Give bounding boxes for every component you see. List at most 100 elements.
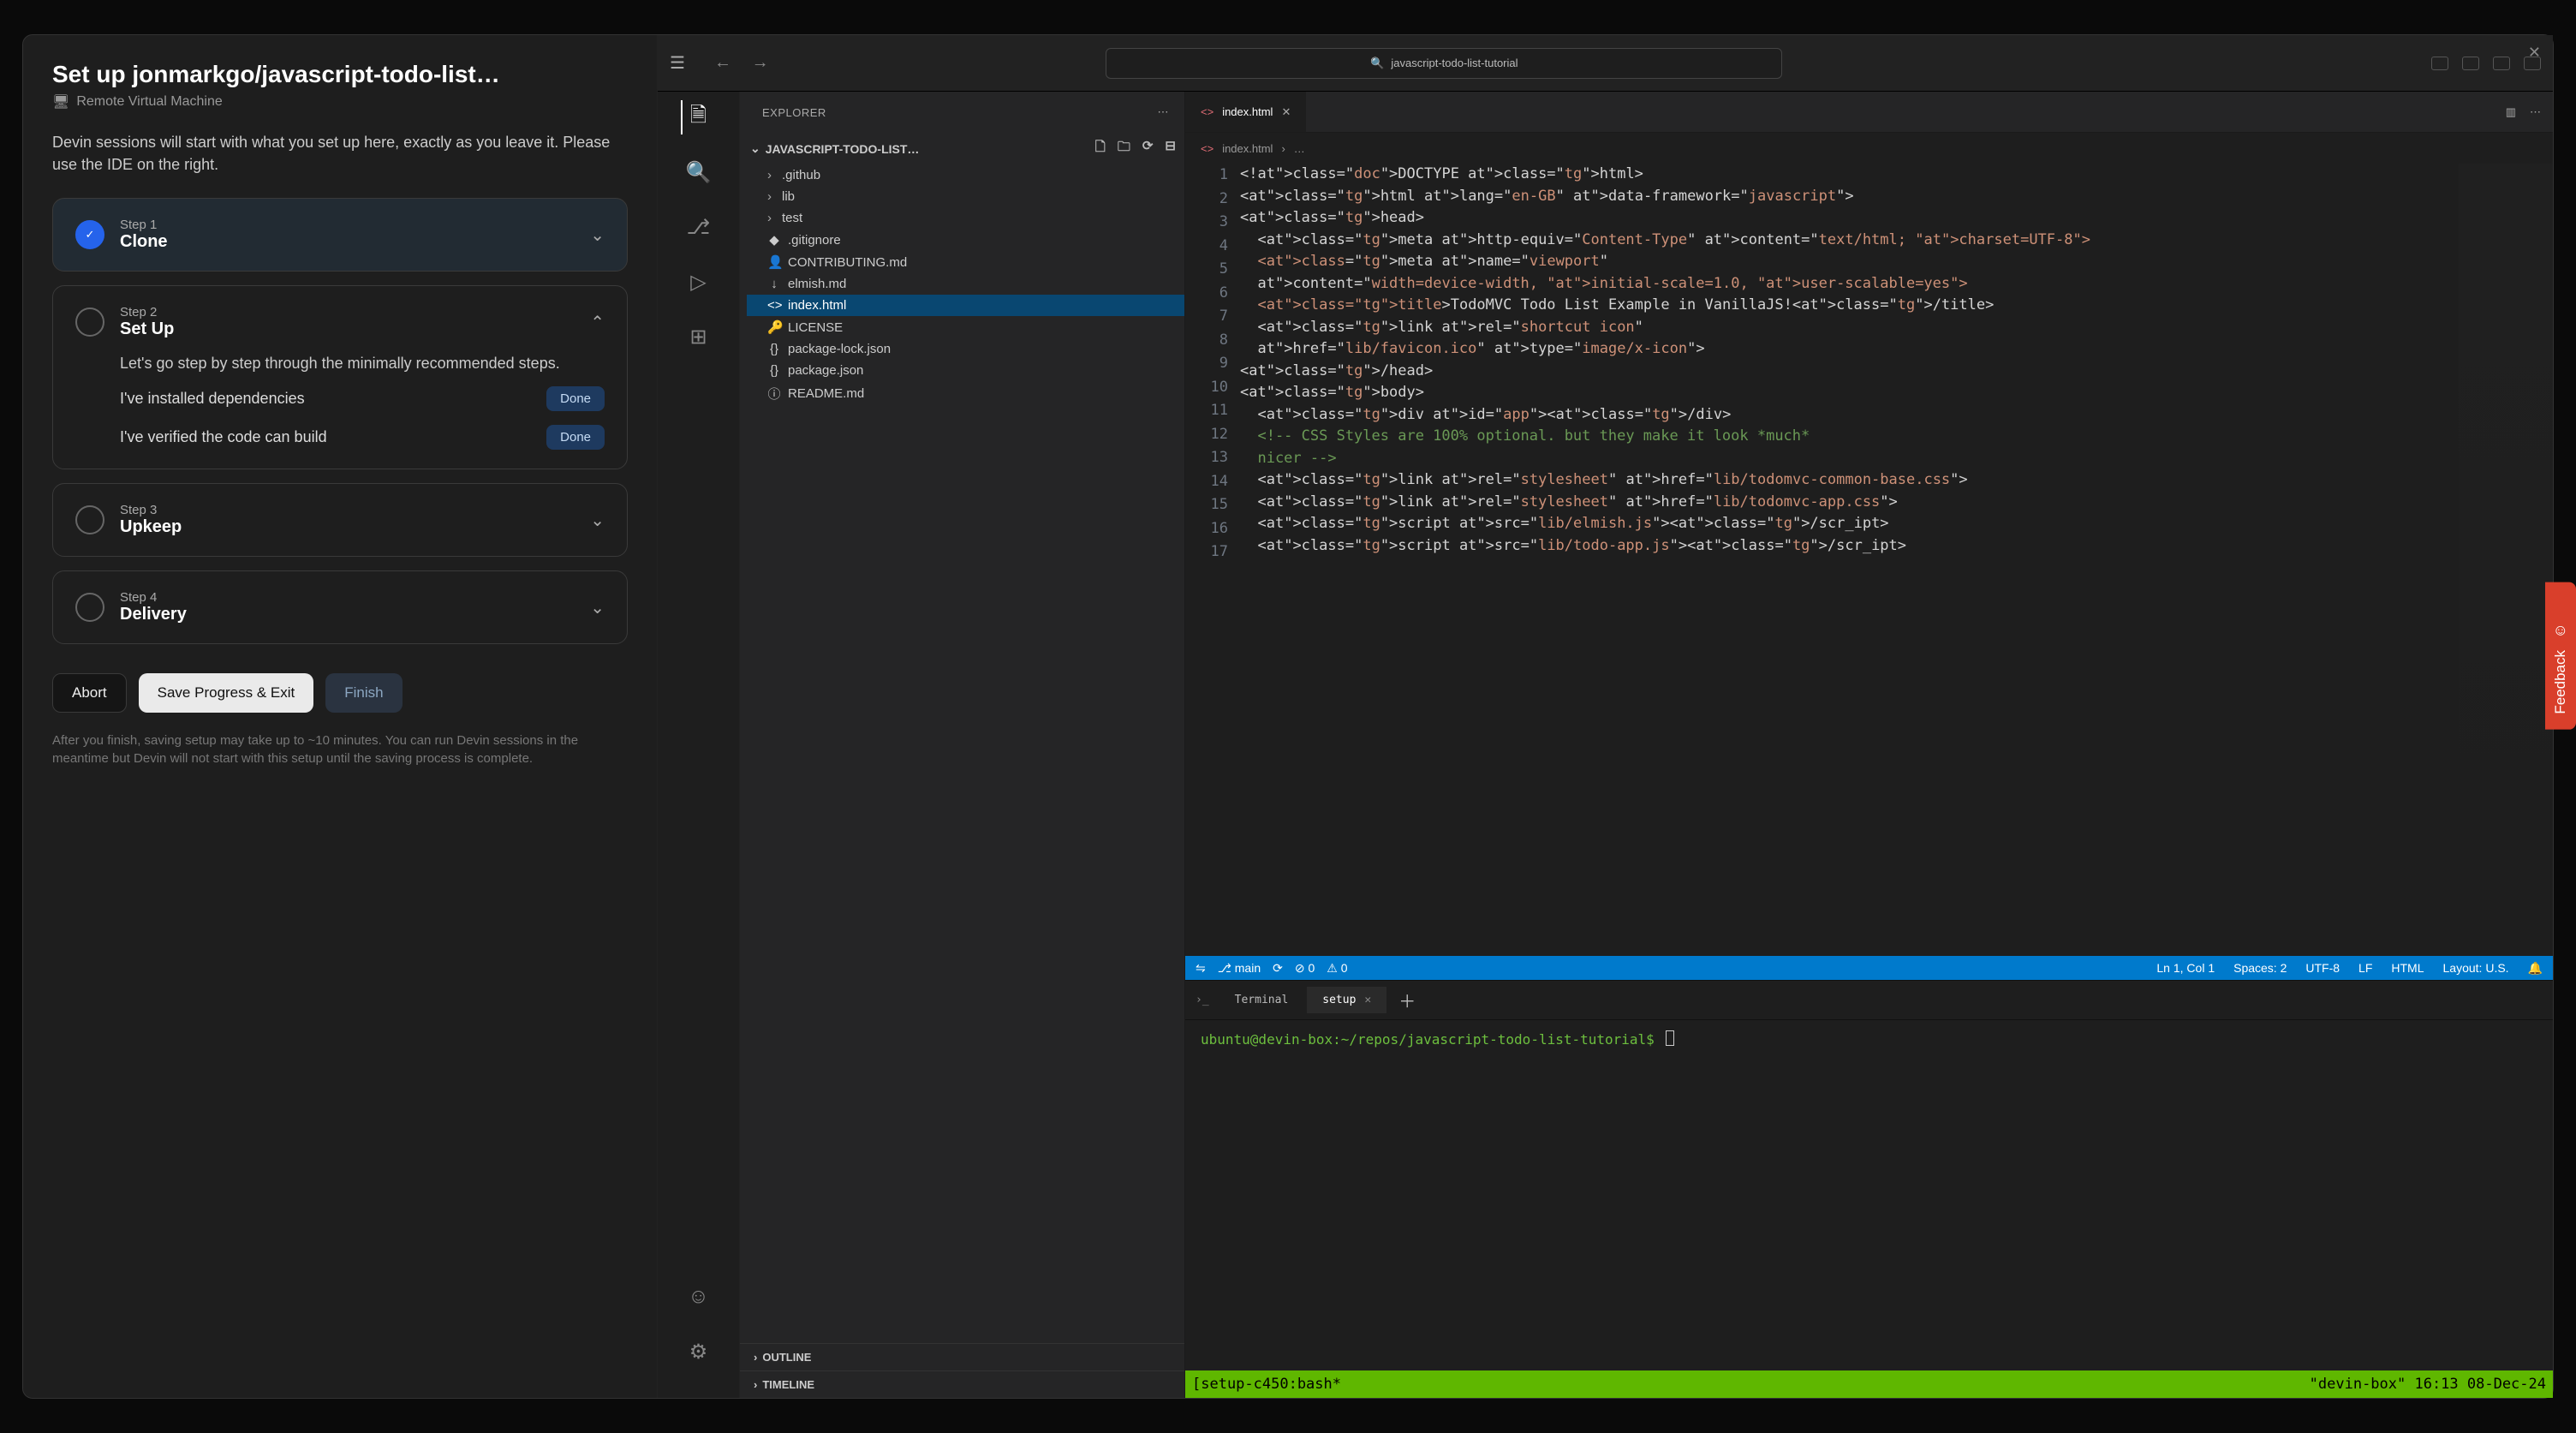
file-icon: ⓘ — [767, 385, 781, 403]
chevron-right-icon: › — [754, 1351, 757, 1364]
close-workspace[interactable]: ✕ — [2528, 44, 2541, 62]
bell-icon[interactable]: 🔔 — [2528, 961, 2543, 976]
line-number: 3 — [1185, 211, 1228, 235]
ide: ☰ ← → 🔍 javascript-todo-list-tutorial 🗎 … — [657, 35, 2553, 1398]
step-clone[interactable]: ✓ Step 1 Clone ⌄ — [52, 198, 628, 272]
more-icon[interactable]: ⋯ — [2530, 105, 2541, 119]
git-icon[interactable]: ⎇ — [682, 210, 716, 244]
description: Devin sessions will start with what you … — [52, 131, 628, 176]
file-test[interactable]: test — [747, 207, 1184, 229]
warnings-count[interactable]: ⚠ 0 — [1327, 961, 1347, 976]
new-file-icon[interactable]: 🗋 — [1095, 138, 1106, 159]
step-circle-empty — [75, 593, 104, 622]
step-setup: Step 2 Set Up ⌃ Let's go step by step th… — [52, 285, 628, 469]
step-circle-empty — [75, 307, 104, 337]
step-circle-empty — [75, 505, 104, 534]
step-delivery[interactable]: Step 4 Delivery ⌄ — [52, 570, 628, 644]
line-number: 4 — [1185, 235, 1228, 259]
terminal-panel: ›_ Terminal setup ✕ ＋ ubuntu@devin-box:~… — [1185, 980, 2553, 1398]
close-icon[interactable]: ✕ — [1364, 994, 1371, 1006]
layout-left-icon[interactable] — [2431, 57, 2448, 70]
menu-icon[interactable]: ☰ — [670, 52, 697, 74]
line-number: 17 — [1185, 540, 1228, 564]
file-icon: {} — [767, 342, 781, 356]
finish-button[interactable]: Finish — [325, 673, 402, 713]
chevron-up-icon[interactable]: ⌃ — [590, 312, 605, 333]
file-.github[interactable]: .github — [747, 164, 1184, 186]
cursor-position[interactable]: Ln 1, Col 1 — [2156, 961, 2215, 975]
line-number: 7 — [1185, 305, 1228, 329]
chevron-down-icon[interactable]: ⌄ — [590, 597, 605, 618]
file-package-lock.json[interactable]: {}package-lock.json — [747, 338, 1184, 360]
laptop-icon: 🖥 — [52, 93, 69, 110]
split-icon[interactable]: ▥ — [2506, 105, 2516, 119]
terminal-tab-terminal[interactable]: Terminal — [1219, 987, 1304, 1013]
errors-count[interactable]: ⊘ 0 — [1295, 961, 1315, 976]
more-icon[interactable]: ⋯ — [1158, 105, 1170, 119]
nav-forward-icon[interactable]: → — [743, 50, 778, 76]
file-icon: ◆ — [767, 232, 781, 248]
file-README.md[interactable]: ⓘREADME.md — [747, 381, 1184, 406]
page-title: Set up jonmarkgo/javascript-todo-list… — [52, 61, 628, 88]
terminal-tab-setup[interactable]: setup ✕ — [1307, 987, 1386, 1013]
step-upkeep[interactable]: Step 3 Upkeep ⌄ — [52, 483, 628, 557]
file-lib[interactable]: lib — [747, 186, 1184, 207]
nav-back-icon[interactable]: ← — [706, 50, 740, 76]
collapse-icon[interactable]: ⊟ — [1165, 138, 1176, 159]
layout-bottom-icon[interactable] — [2462, 57, 2479, 70]
refresh-icon[interactable]: ⟳ — [1142, 138, 1154, 159]
tmux-status: [setup-c450:bash* "devin-box" 16:13 08-D… — [1185, 1370, 2553, 1398]
account-icon[interactable]: ☺ — [682, 1280, 716, 1314]
minimap[interactable] — [2459, 164, 2553, 956]
language-mode[interactable]: HTML — [2391, 961, 2424, 975]
command-center[interactable]: 🔍 javascript-todo-list-tutorial — [1106, 48, 1782, 79]
task-row-build: I've verified the code can build Done — [120, 425, 605, 450]
branch-indicator[interactable]: ⎇ main — [1218, 961, 1261, 976]
chevron-right-icon: › — [1281, 142, 1285, 155]
code-editor[interactable]: 1234567891011121314151617 <!at">class="d… — [1185, 164, 2553, 956]
setup-panel: Set up jonmarkgo/javascript-todo-list… 🖥… — [23, 35, 657, 1398]
outline-section[interactable]: › OUTLINE — [740, 1343, 1184, 1370]
chevron-down-icon[interactable]: ⌄ — [590, 224, 605, 246]
timeline-section[interactable]: › TIMELINE — [740, 1370, 1184, 1398]
explorer-icon[interactable]: 🗎 — [681, 100, 715, 134]
keyboard-layout[interactable]: Layout: U.S. — [2443, 961, 2509, 975]
line-number: 9 — [1185, 352, 1228, 376]
done-button-build[interactable]: Done — [546, 425, 605, 450]
encoding[interactable]: UTF-8 — [2305, 961, 2340, 975]
terminal-cursor — [1666, 1030, 1674, 1046]
add-terminal-icon[interactable]: ＋ — [1390, 988, 1424, 1012]
search-activity-icon[interactable]: 🔍 — [682, 155, 716, 189]
breadcrumb[interactable]: <> index.html › … — [1185, 133, 2553, 164]
file-LICENSE[interactable]: 🔑LICENSE — [747, 316, 1184, 338]
file-elmish.md[interactable]: ↓elmish.md — [747, 273, 1184, 295]
chevron-down-icon[interactable]: ⌄ — [590, 510, 605, 531]
close-tab-icon[interactable]: ✕ — [1281, 105, 1291, 119]
file-icon: <> — [767, 298, 781, 313]
gear-icon[interactable]: ⚙ — [682, 1334, 716, 1369]
smile-icon: ☺ — [2553, 622, 2568, 640]
feedback-button[interactable]: Feedback ☺ — [2545, 582, 2576, 730]
save-button[interactable]: Save Progress & Exit — [139, 673, 314, 713]
debug-icon[interactable]: ▷ — [682, 265, 716, 299]
abort-button[interactable]: Abort — [52, 673, 127, 713]
editor-tab-index-html[interactable]: <> index.html ✕ — [1185, 92, 1307, 132]
file-index.html[interactable]: <>index.html — [747, 295, 1184, 316]
file-package.json[interactable]: {}package.json — [747, 360, 1184, 381]
chevron-down-icon[interactable]: ⌄ — [750, 141, 760, 156]
new-folder-icon[interactable]: 🗀 — [1118, 138, 1130, 159]
activity-bar: 🗎 🔍 ⎇ ▷ ⊞ ☺ ⚙ — [658, 92, 740, 1398]
done-button-deps[interactable]: Done — [546, 386, 605, 411]
extensions-icon[interactable]: ⊞ — [682, 319, 716, 354]
remote-indicator-icon[interactable]: ⇋ — [1196, 961, 1206, 976]
subtitle: Remote Virtual Machine — [76, 94, 222, 110]
line-number: 10 — [1185, 376, 1228, 400]
file-CONTRIBUTING.md[interactable]: 👤CONTRIBUTING.md — [747, 251, 1184, 273]
indent-setting[interactable]: Spaces: 2 — [2233, 961, 2287, 975]
terminal-body[interactable]: ubuntu@devin-box:~/repos/javascript-todo… — [1185, 1020, 2553, 1370]
file-.gitignore[interactable]: ◆.gitignore — [747, 229, 1184, 251]
eol[interactable]: LF — [2358, 961, 2372, 975]
sync-icon[interactable]: ⟳ — [1273, 961, 1283, 976]
layout-right-icon[interactable] — [2493, 57, 2510, 70]
line-number: 1 — [1185, 164, 1228, 188]
